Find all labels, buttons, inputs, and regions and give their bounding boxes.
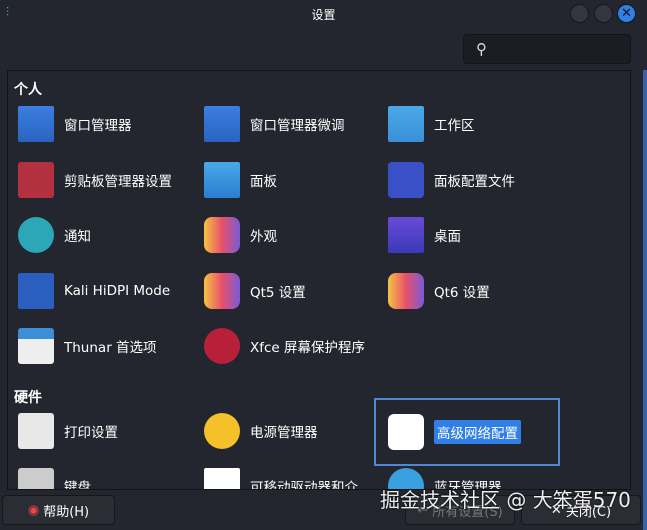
settings-item-label: 窗口管理器微调 [250, 118, 345, 134]
settings-item[interactable]: Xfce 屏幕保护程序 [200, 323, 365, 369]
minimize-button[interactable] [570, 4, 589, 23]
settings-item-label: 外观 [250, 229, 277, 245]
settings-item[interactable]: Qt5 设置 [200, 268, 306, 314]
settings-panel: 个人 硬件 窗口管理器 窗口管理器微调 工作区剪贴板管理器设置 面板 面板配置文件通知 外… [7, 70, 631, 490]
removable-drive-icon [200, 464, 244, 489]
thunar-folder-icon [14, 324, 58, 368]
window-title: 设置 [311, 8, 336, 22]
keyboard-icon [14, 464, 58, 489]
screensaver-lock-icon [200, 324, 244, 368]
settings-item[interactable]: Thunar 首选项 [14, 323, 157, 369]
settings-item[interactable]: 可移动驱动器和介 [200, 463, 358, 490]
settings-item-label: Kali HiDPI Mode [64, 283, 171, 299]
appearance-icon [200, 213, 244, 257]
close-window-button[interactable]: ✕ [617, 4, 636, 23]
scrollbar[interactable] [643, 70, 647, 530]
help-label: 帮助(H) [43, 504, 90, 520]
help-button[interactable]: ◉ 帮助(H) [2, 495, 115, 525]
settings-item[interactable]: 键盘 [14, 463, 91, 490]
settings-item-label: Qt5 设置 [250, 285, 306, 301]
network-port-icon [384, 410, 428, 454]
window-manager-icon [14, 102, 58, 146]
settings-item-label: Qt6 设置 [434, 285, 490, 301]
settings-item[interactable]: 面板配置文件 [384, 157, 515, 203]
clipboard-icon [14, 158, 58, 202]
settings-item-label: Thunar 首选项 [64, 340, 157, 356]
settings-item[interactable]: 通知 [14, 212, 91, 258]
settings-item-label: 电源管理器 [250, 425, 318, 441]
settings-item-label: 工作区 [434, 118, 475, 134]
search-icon: ⚲ [476, 40, 487, 58]
settings-item-label: 剪贴板管理器设置 [64, 174, 172, 190]
panel-profiles-icon [384, 158, 428, 202]
settings-item[interactable]: 高级网络配置 [374, 398, 560, 466]
settings-item[interactable]: 打印设置 [14, 408, 118, 454]
settings-item[interactable]: 窗口管理器微调 [200, 101, 345, 147]
section-hardware-title: 硬件 [14, 390, 42, 406]
qt6-icon [384, 269, 428, 313]
settings-item[interactable]: 面板 [200, 157, 277, 203]
watermark: 掘金技术社区 @ 大笨蛋570 [380, 488, 631, 512]
settings-item[interactable]: 桌面 [384, 212, 461, 258]
settings-item-label: 键盘 [64, 480, 91, 490]
title-bar: ⫶ 设置 ✕ [0, 0, 647, 28]
power-icon [200, 409, 244, 453]
settings-item-label: 可移动驱动器和介 [250, 480, 358, 490]
settings-item-label: 打印设置 [64, 425, 118, 441]
settings-item-label: 通知 [64, 229, 91, 245]
qt5-icon [200, 269, 244, 313]
settings-item[interactable]: 工作区 [384, 101, 475, 147]
settings-item[interactable]: 剪贴板管理器设置 [14, 157, 172, 203]
search-input[interactable]: ⚲ [463, 34, 631, 64]
settings-item-label: Xfce 屏幕保护程序 [250, 340, 366, 356]
settings-item[interactable]: 外观 [200, 212, 277, 258]
printer-icon [14, 409, 58, 453]
maximize-button[interactable] [594, 4, 613, 23]
window-tweaks-icon [200, 102, 244, 146]
desktop-icon [384, 213, 428, 257]
settings-item[interactable]: Qt6 设置 [384, 268, 490, 314]
workspace-icon [384, 102, 428, 146]
panel-icon [200, 158, 244, 202]
lifebuoy-icon: ◉ [27, 502, 40, 518]
settings-item-label: 面板 [250, 174, 277, 190]
settings-item-label: 高级网络配置 [434, 420, 521, 444]
settings-item[interactable]: Kali HiDPI Mode [14, 268, 170, 314]
section-personal-title: 个人 [14, 82, 42, 98]
settings-item-label: 窗口管理器 [64, 118, 132, 134]
notification-icon [14, 213, 58, 257]
settings-item[interactable]: 窗口管理器 [14, 101, 132, 147]
settings-item-label: 桌面 [434, 229, 461, 245]
settings-item[interactable]: 电源管理器 [200, 408, 318, 454]
settings-item-label: 面板配置文件 [434, 174, 515, 190]
hidpi-icon [14, 269, 58, 313]
